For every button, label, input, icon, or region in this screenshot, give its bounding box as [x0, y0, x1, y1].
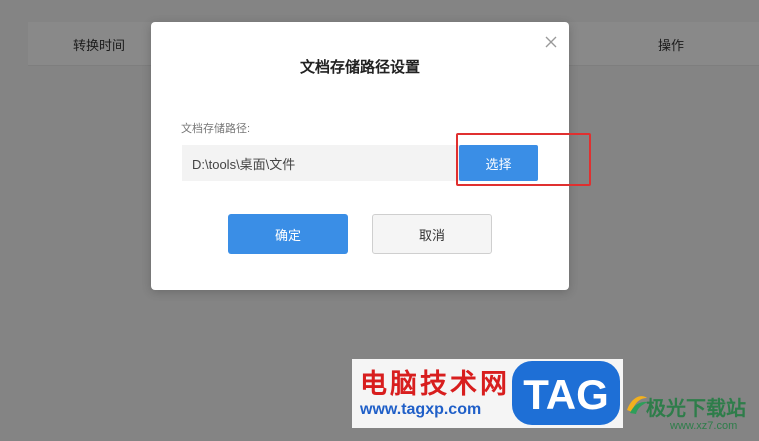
- tag-logo-icon: TAG: [512, 361, 620, 425]
- watermark-site-name: 极光下载站: [646, 396, 746, 420]
- watermark-url: www.tagxp.com: [360, 401, 482, 418]
- cancel-button[interactable]: 取消: [372, 214, 492, 254]
- dialog-title: 文档存储路径设置: [299, 59, 420, 76]
- storage-path-dialog: 文档存储路径设置 文档存储路径: 选择 确定 取消: [151, 22, 569, 290]
- storage-path-label: 文档存储路径:: [181, 123, 251, 135]
- tag-logo-text: TAG: [523, 371, 609, 418]
- watermark-site-url: www.xz7.com: [670, 420, 738, 432]
- watermark-site: 极光下载站 www.xz7.com: [624, 384, 759, 441]
- storage-path-input[interactable]: [182, 145, 461, 181]
- close-icon[interactable]: [543, 34, 559, 50]
- choose-button[interactable]: 选择: [459, 145, 538, 181]
- watermark-title: 电脑技术网: [360, 369, 510, 400]
- ok-button[interactable]: 确定: [228, 214, 348, 254]
